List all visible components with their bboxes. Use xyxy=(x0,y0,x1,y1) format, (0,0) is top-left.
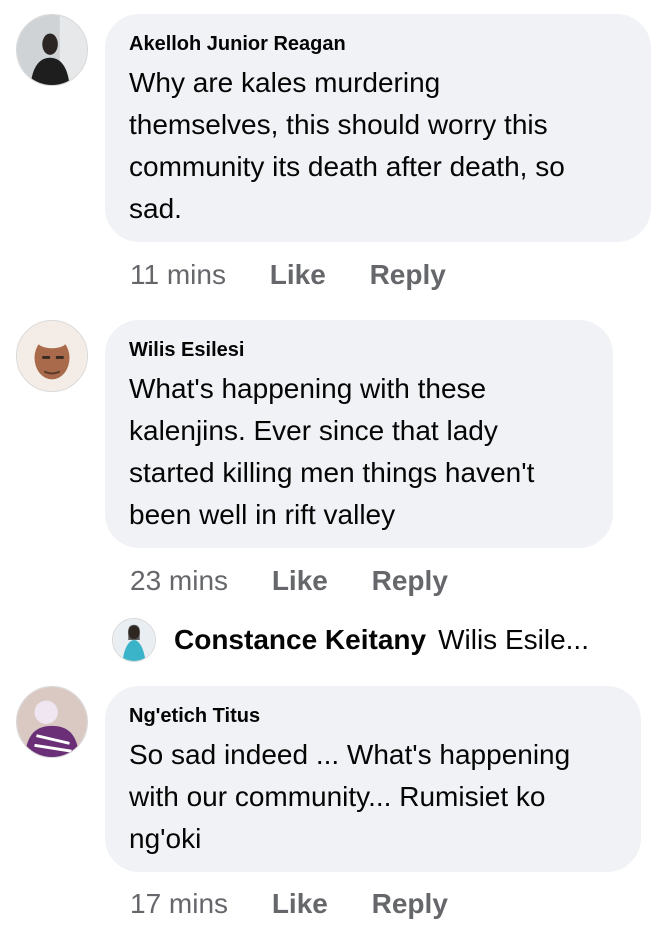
comment-timestamp[interactable]: 17 mins xyxy=(130,888,228,919)
reply-button[interactable]: Reply xyxy=(370,259,446,290)
reply-preview[interactable]: Constance Keitany Wilis Esile... xyxy=(112,616,652,664)
man-selfie-icon xyxy=(17,321,87,391)
avatar[interactable] xyxy=(16,320,88,392)
person-purple-icon xyxy=(17,687,87,757)
man-portrait-dark-icon xyxy=(17,15,87,85)
comment-actions: 23 mins Like Reply xyxy=(130,564,484,598)
comment-bubble: Wilis Esilesi What's happening with thes… xyxy=(105,320,613,548)
reply-button[interactable]: Reply xyxy=(372,888,448,919)
avatar[interactable] xyxy=(112,618,156,662)
like-button[interactable]: Like xyxy=(272,888,328,919)
reply-button[interactable]: Reply xyxy=(372,565,448,596)
woman-portrait-icon xyxy=(113,619,155,661)
comment-bubble: Akelloh Junior Reagan Why are kales murd… xyxy=(105,14,651,242)
avatar[interactable] xyxy=(16,686,88,758)
comment-bubble: Ng'etich Titus So sad indeed ... What's … xyxy=(105,686,641,872)
comment-text: So sad indeed ... What's happening with … xyxy=(129,739,571,854)
comment-text: Why are kales murdering themselves, this… xyxy=(129,67,565,224)
comment-actions: 11 mins Like Reply xyxy=(130,258,482,292)
comment-text: What's happening with these kalenjins. E… xyxy=(129,373,535,530)
comment-author[interactable]: Wilis Esilesi xyxy=(129,338,589,362)
like-button[interactable]: Like xyxy=(270,259,326,290)
comment-actions: 17 mins Like Reply xyxy=(130,887,484,921)
comment-author[interactable]: Akelloh Junior Reagan xyxy=(129,32,627,56)
like-button[interactable]: Like xyxy=(272,565,328,596)
comment-author[interactable]: Ng'etich Titus xyxy=(129,704,617,728)
reply-author[interactable]: Constance Keitany xyxy=(174,624,426,655)
comment-timestamp[interactable]: 11 mins xyxy=(130,259,226,290)
avatar[interactable] xyxy=(16,14,88,86)
comment-timestamp[interactable]: 23 mins xyxy=(130,565,228,596)
reply-preview-line: Constance Keitany Wilis Esile... xyxy=(174,622,589,658)
reply-snippet: Wilis Esile... xyxy=(438,624,589,655)
